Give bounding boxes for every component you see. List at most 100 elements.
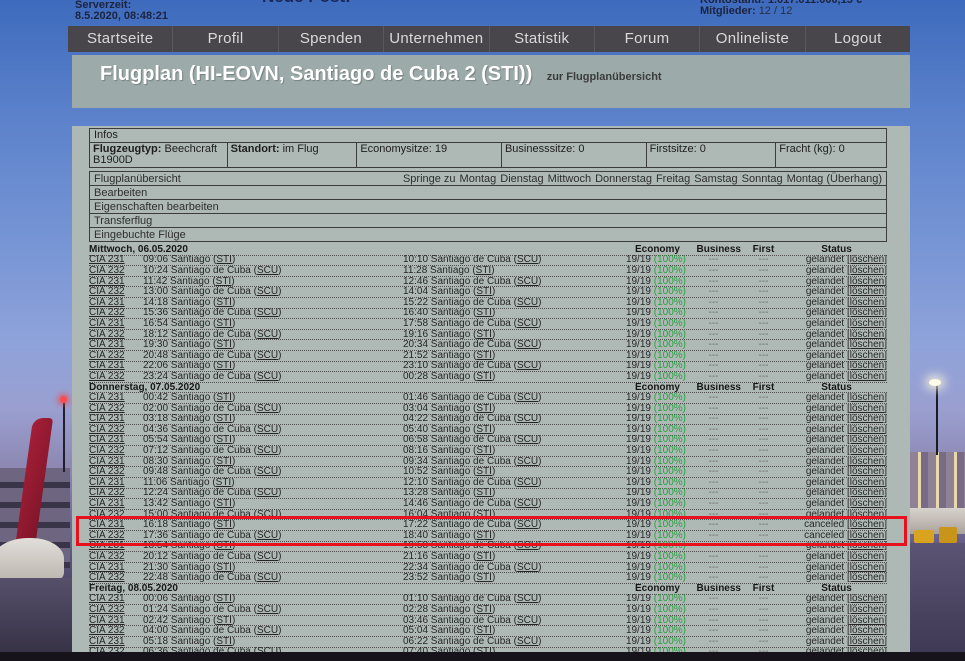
- airport-code-link[interactable]: SCU: [517, 298, 538, 308]
- menu-item-bearbeiten[interactable]: Bearbeiten: [94, 187, 147, 199]
- flight-number-link[interactable]: CIA 232: [89, 605, 143, 615]
- airport-code-link[interactable]: SCU: [257, 425, 278, 435]
- menu-item-flugplanübersicht[interactable]: Flugplanübersicht: [94, 173, 181, 185]
- flight-number-link[interactable]: CIA 231: [89, 499, 143, 509]
- nav-item-profil[interactable]: Profil: [172, 26, 277, 52]
- jump-link-sonntag[interactable]: Sonntag: [742, 173, 783, 185]
- airport-code-link[interactable]: STI: [216, 435, 232, 445]
- flight-number-link[interactable]: CIA 231: [89, 478, 143, 488]
- delete-flight-link[interactable]: [löschen]: [847, 616, 887, 626]
- flight-number-link[interactable]: CIA 232: [89, 330, 143, 340]
- delete-flight-link[interactable]: [löschen]: [847, 287, 887, 297]
- delete-flight-link[interactable]: [löschen]: [847, 266, 887, 276]
- airport-code-link[interactable]: SCU: [257, 488, 278, 498]
- delete-flight-link[interactable]: [löschen]: [847, 626, 887, 636]
- airport-code-link[interactable]: SCU: [517, 319, 538, 329]
- delete-flight-link[interactable]: [löschen]: [847, 647, 887, 652]
- airport-code-link[interactable]: SCU: [517, 637, 538, 647]
- airport-code-link[interactable]: SCU: [257, 266, 278, 276]
- nav-item-forum[interactable]: Forum: [594, 26, 699, 52]
- airport-code-link[interactable]: STI: [476, 626, 492, 636]
- airport-code-link[interactable]: SCU: [257, 467, 278, 477]
- airport-code-link[interactable]: SCU: [517, 478, 538, 488]
- flight-number-link[interactable]: CIA 231: [89, 393, 143, 403]
- jump-link-donnerstag[interactable]: Donnerstag: [595, 173, 652, 185]
- jump-link-montag-überhang[interactable]: Montag (Überhang): [787, 173, 882, 185]
- nav-item-unternehmen[interactable]: Unternehmen: [383, 26, 488, 52]
- airport-code-link[interactable]: STI: [216, 340, 232, 350]
- airport-code-link[interactable]: STI: [476, 351, 492, 361]
- flight-number-link[interactable]: CIA 231: [89, 637, 143, 647]
- flight-number-link[interactable]: CIA 231: [89, 361, 143, 371]
- new-mail-link[interactable]: Neue Post!: [262, 0, 351, 2]
- delete-flight-link[interactable]: [löschen]: [847, 330, 887, 340]
- airport-code-link[interactable]: STI: [216, 637, 232, 647]
- airport-code-link[interactable]: STI: [476, 573, 492, 583]
- airport-code-link[interactable]: SCU: [517, 563, 538, 573]
- delete-flight-link[interactable]: [löschen]: [847, 435, 887, 445]
- flight-number-link[interactable]: CIA 232: [89, 425, 143, 435]
- airport-code-link[interactable]: SCU: [517, 457, 538, 467]
- airport-code-link[interactable]: STI: [476, 266, 492, 276]
- airport-code-link[interactable]: STI: [216, 277, 232, 287]
- airport-code-link[interactable]: SCU: [257, 605, 278, 615]
- delete-flight-link[interactable]: [löschen]: [847, 414, 887, 424]
- airport-code-link[interactable]: STI: [216, 361, 232, 371]
- airport-code-link[interactable]: STI: [476, 605, 492, 615]
- jump-link-samstag[interactable]: Samstag: [694, 173, 737, 185]
- nav-item-statistik[interactable]: Statistik: [489, 26, 594, 52]
- menu-item-eigenschaften-bearbeiten[interactable]: Eigenschaften bearbeiten: [94, 201, 219, 213]
- delete-flight-link[interactable]: [löschen]: [847, 446, 887, 456]
- airport-code-link[interactable]: SCU: [517, 499, 538, 509]
- jump-link-mittwoch[interactable]: Mittwoch: [548, 173, 591, 185]
- airport-code-link[interactable]: STI: [476, 330, 492, 340]
- delete-flight-link[interactable]: [löschen]: [847, 478, 887, 488]
- airport-code-link[interactable]: STI: [216, 319, 232, 329]
- delete-flight-link[interactable]: [löschen]: [847, 404, 887, 414]
- airport-code-link[interactable]: STI: [216, 594, 232, 604]
- flight-number-link[interactable]: CIA 232: [89, 351, 143, 361]
- airport-code-link[interactable]: STI: [216, 457, 232, 467]
- flight-number-link[interactable]: CIA 232: [89, 446, 143, 456]
- airport-code-link[interactable]: SCU: [517, 594, 538, 604]
- flight-number-link[interactable]: CIA 232: [89, 467, 143, 477]
- flight-number-link[interactable]: CIA 232: [89, 647, 143, 652]
- delete-flight-link[interactable]: [löschen]: [847, 372, 887, 382]
- flight-number-link[interactable]: CIA 231: [89, 255, 143, 265]
- jump-link-montag[interactable]: Montag: [460, 173, 497, 185]
- nav-item-spenden[interactable]: Spenden: [278, 26, 383, 52]
- delete-flight-link[interactable]: [löschen]: [847, 351, 887, 361]
- airport-code-link[interactable]: SCU: [517, 616, 538, 626]
- delete-flight-link[interactable]: [löschen]: [847, 340, 887, 350]
- airport-code-link[interactable]: STI: [216, 478, 232, 488]
- airport-code-link[interactable]: SCU: [517, 393, 538, 403]
- flight-number-link[interactable]: CIA 232: [89, 404, 143, 414]
- airport-code-link[interactable]: STI: [216, 414, 232, 424]
- airport-code-link[interactable]: STI: [476, 425, 492, 435]
- delete-flight-link[interactable]: [löschen]: [847, 605, 887, 615]
- delete-flight-link[interactable]: [löschen]: [847, 425, 887, 435]
- airport-code-link[interactable]: SCU: [517, 277, 538, 287]
- flight-number-link[interactable]: CIA 232: [89, 372, 143, 382]
- flight-number-link[interactable]: CIA 231: [89, 277, 143, 287]
- delete-flight-link[interactable]: [löschen]: [847, 637, 887, 647]
- airport-code-link[interactable]: STI: [216, 298, 232, 308]
- airport-code-link[interactable]: STI: [476, 287, 492, 297]
- flight-number-link[interactable]: CIA 231: [89, 340, 143, 350]
- airport-code-link[interactable]: SCU: [257, 287, 278, 297]
- delete-flight-link[interactable]: [löschen]: [847, 277, 887, 287]
- airport-code-link[interactable]: STI: [476, 372, 492, 382]
- nav-item-startseite[interactable]: Startseite: [68, 26, 172, 52]
- airport-code-link[interactable]: SCU: [257, 372, 278, 382]
- airport-code-link[interactable]: STI: [216, 563, 232, 573]
- flight-number-link[interactable]: CIA 231: [89, 319, 143, 329]
- delete-flight-link[interactable]: [löschen]: [847, 255, 887, 265]
- flight-number-link[interactable]: CIA 232: [89, 488, 143, 498]
- delete-flight-link[interactable]: [löschen]: [847, 467, 887, 477]
- airport-code-link[interactable]: SCU: [257, 626, 278, 636]
- airport-code-link[interactable]: STI: [216, 255, 232, 265]
- flight-number-link[interactable]: CIA 232: [89, 308, 143, 318]
- flight-number-link[interactable]: CIA 231: [89, 414, 143, 424]
- airport-code-link[interactable]: SCU: [257, 351, 278, 361]
- flight-number-link[interactable]: CIA 231: [89, 563, 143, 573]
